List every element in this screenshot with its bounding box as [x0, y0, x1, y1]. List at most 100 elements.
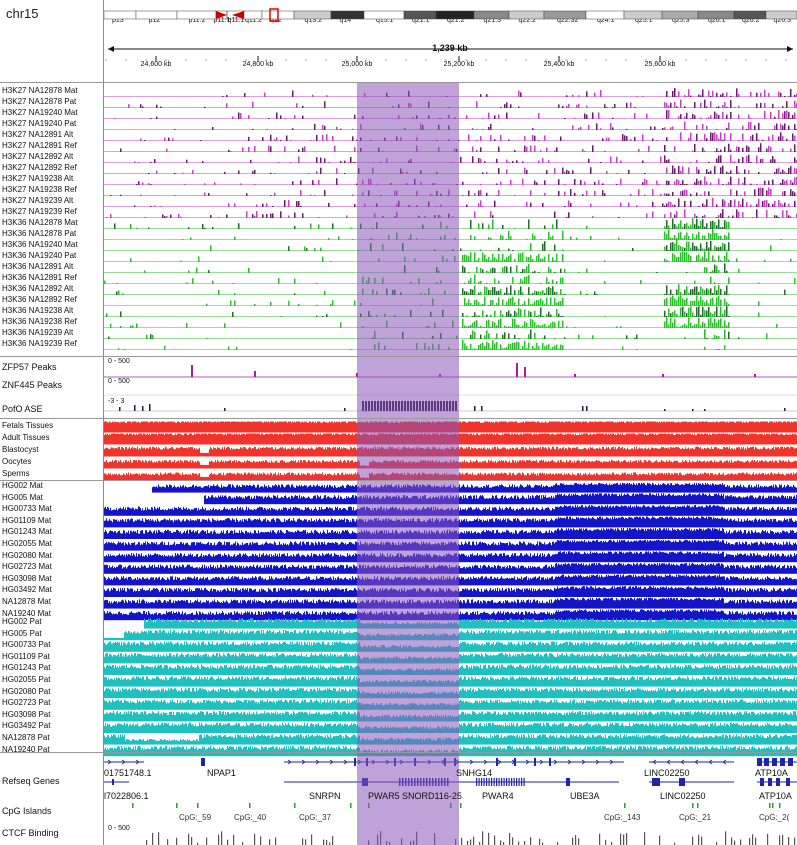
signal-bar: [680, 292, 682, 295]
signal-bar: [240, 183, 242, 185]
tracks-canvas[interactable]: 1,239 kb24,600 kb 24,800 kb 25,000 kb 25,20…: [104, 0, 797, 845]
signal-bar: [674, 298, 676, 306]
track-label: Blastocyst: [2, 445, 38, 455]
signal-bar: [668, 105, 670, 108]
signal-bar: [542, 259, 544, 262]
signal-bar: [520, 286, 522, 295]
signal-bar: [394, 290, 396, 295]
signal-bar: [776, 124, 778, 130]
signal-bar: [548, 325, 550, 328]
signal-bar: [712, 221, 714, 229]
signal-bar: [608, 138, 610, 141]
signal-bar: [436, 172, 438, 174]
methylation-bar: [161, 422, 162, 433]
signal-bar: [698, 181, 700, 185]
signal-bar: [694, 102, 696, 108]
signal-bar: [226, 103, 228, 108]
signal-bar: [134, 205, 136, 207]
signal-bar: [574, 179, 576, 185]
signal-bar: [692, 233, 694, 240]
signal-bar: [474, 236, 476, 240]
signal-bar: [688, 308, 690, 317]
signal-bar: [516, 325, 518, 328]
signal-bar: [438, 271, 440, 273]
signal-bar: [546, 170, 548, 174]
signal-bar: [724, 256, 726, 262]
methylation-bar: [178, 422, 179, 433]
signal-bar: [684, 184, 686, 185]
pofo-bar: [365, 401, 367, 411]
signal-bar: [480, 200, 482, 207]
track-label: HG01243 Pat: [2, 663, 50, 673]
signal-bar: [766, 190, 768, 196]
signal-bar: [498, 320, 500, 328]
methylation-bar: [113, 422, 114, 432]
signal-bar: [120, 311, 122, 317]
signal-bar: [472, 128, 474, 130]
signal-bar: [684, 209, 686, 218]
signal-bar: [480, 136, 482, 141]
signal-bar: [506, 160, 508, 163]
signal-bar: [676, 238, 678, 240]
signal-bar: [204, 107, 206, 108]
signal-bar: [186, 160, 188, 163]
signal-bar: [188, 270, 190, 273]
signal-bar: [792, 134, 794, 141]
signal-bar: [732, 162, 734, 163]
signal-bar: [326, 95, 328, 97]
signal-bar: [738, 172, 740, 174]
track-label: HG005 Pat: [2, 629, 42, 639]
signal-bar: [528, 298, 530, 306]
signal-bar: [678, 91, 680, 97]
signal-bar: [486, 321, 488, 328]
signal-bar: [674, 243, 676, 251]
signal-bar: [402, 332, 404, 339]
signal-bar: [416, 343, 418, 350]
zfp57-peak: [191, 365, 193, 377]
signal-bar: [720, 246, 722, 251]
signal-bar: [542, 290, 544, 295]
signal-bar: [474, 321, 476, 328]
signal-bar: [546, 314, 548, 317]
signal-bar: [254, 216, 256, 218]
signal-bar: [544, 241, 546, 251]
signal-bar: [548, 287, 550, 295]
signal-bar: [490, 290, 492, 295]
signal-bar: [420, 182, 422, 185]
signal-bar: [550, 269, 552, 273]
track-label: H3K36 NA12878 Pat: [2, 229, 76, 239]
signal-bar: [594, 93, 596, 97]
signal-bar: [284, 146, 286, 152]
signal-bar: [730, 177, 732, 185]
signal-bar: [316, 157, 318, 163]
signal-bar: [498, 349, 500, 350]
signal-bar: [538, 291, 540, 295]
signal-bar: [794, 95, 796, 97]
signal-bar: [738, 159, 740, 163]
pofo-bar: [119, 407, 121, 411]
signal-bar: [470, 220, 472, 229]
signal-bar: [350, 228, 352, 229]
signal-bar: [338, 236, 340, 240]
signal-bar: [524, 341, 526, 350]
signal-bar: [566, 106, 568, 108]
signal-bar: [294, 226, 296, 229]
signal-bar: [716, 336, 718, 339]
signal-bar: [700, 286, 702, 295]
signal-bar: [254, 304, 256, 306]
data-panel[interactable]: p13 p12 p11.2 p11.1 q11.1 q11.2 q12 q13.2 q14 q15…: [104, 0, 797, 845]
signal-bar: [372, 228, 374, 229]
signal-bar: [234, 349, 236, 350]
track-label: H3K36 NA19238 Ref: [2, 317, 77, 327]
signal-bar: [536, 325, 538, 328]
signal-bar: [188, 227, 190, 229]
signal-bar: [708, 191, 710, 196]
methylation-bar: [189, 423, 190, 433]
signal-bar: [484, 161, 486, 163]
signal-bar: [544, 180, 546, 185]
signal-bar: [252, 214, 254, 218]
signal-bar: [408, 161, 410, 163]
signal-bar: [718, 349, 720, 350]
signal-bar: [372, 168, 374, 174]
signal-bar: [428, 115, 430, 119]
